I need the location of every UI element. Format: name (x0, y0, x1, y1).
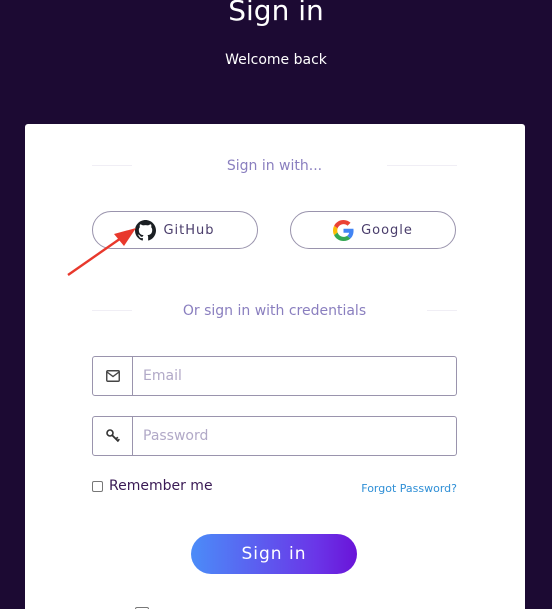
email-field-group (92, 356, 457, 396)
signin-card: Sign in with... GitHub Google Or sign in… (25, 124, 525, 609)
password-input[interactable] (133, 417, 456, 455)
divider-line (427, 310, 457, 311)
divider-line (92, 165, 132, 166)
page-title: Sign in (228, 0, 324, 27)
password-field-group (92, 416, 457, 456)
google-icon (333, 219, 354, 241)
divider-line (92, 310, 132, 311)
signin-page: Sign in Welcome back Sign in with... Git… (0, 0, 552, 609)
forgot-password-link[interactable]: Forgot Password? (361, 482, 457, 495)
github-label: GitHub (163, 222, 215, 238)
remember-me[interactable]: Remember me (92, 478, 213, 494)
github-icon (135, 219, 157, 241)
credentials-heading: Or sign in with credentials (182, 303, 367, 319)
social-divider: Sign in with... (92, 156, 457, 176)
envelope-icon (93, 357, 133, 395)
google-label: Google (361, 222, 413, 238)
signin-button[interactable]: Sign in (191, 534, 357, 574)
github-button[interactable]: GitHub (92, 211, 258, 249)
page-subtitle: Welcome back (225, 52, 327, 68)
remember-label: Remember me (109, 478, 213, 494)
key-icon (93, 417, 133, 455)
social-heading: Sign in with... (226, 158, 323, 174)
remember-checkbox[interactable] (92, 480, 103, 492)
divider-line (387, 165, 457, 166)
credentials-divider: Or sign in with credentials (92, 301, 457, 321)
google-button[interactable]: Google (290, 211, 456, 249)
email-input[interactable] (133, 357, 456, 395)
